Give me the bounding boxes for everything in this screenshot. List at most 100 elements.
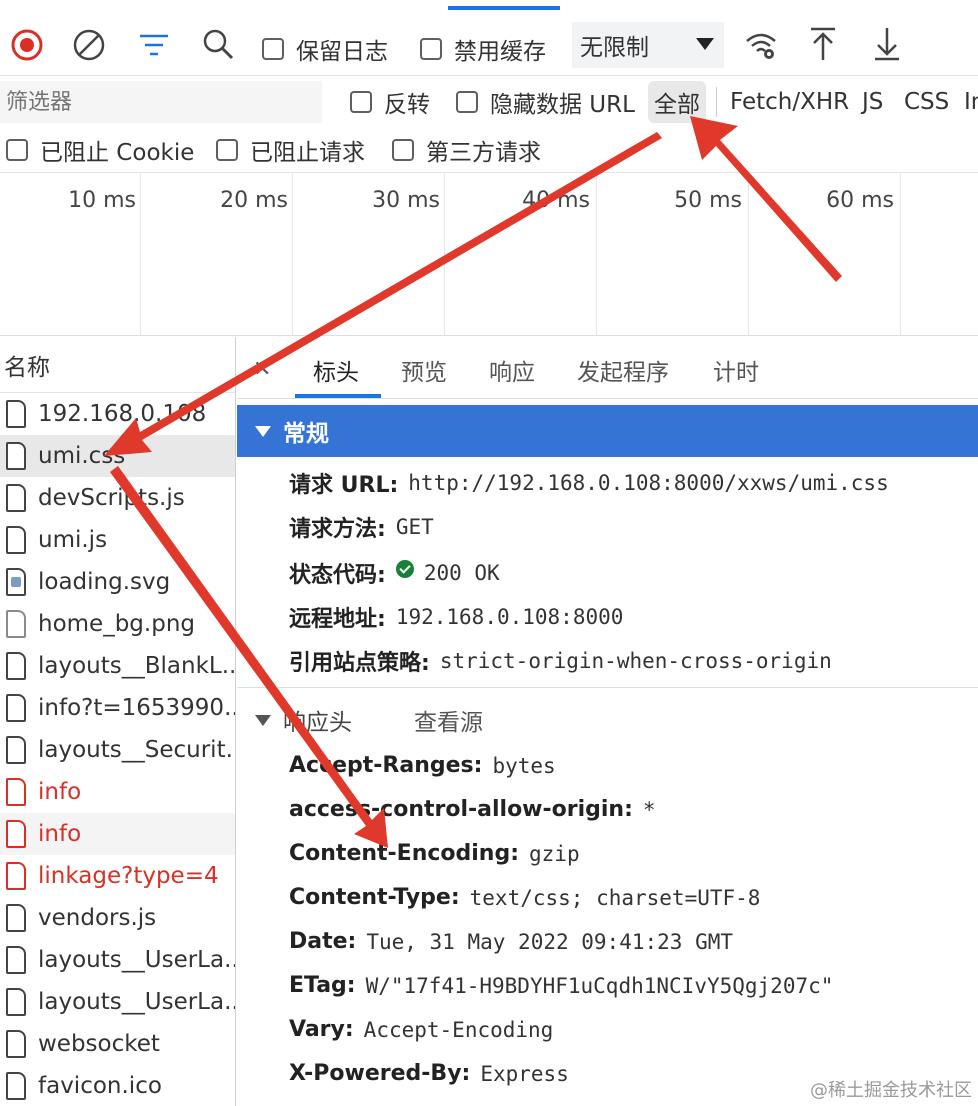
header-key: Accept-Ranges: bbox=[289, 753, 483, 778]
remote-address-row: 远程地址: 192.168.0.108:8000 bbox=[289, 601, 623, 633]
response-header-row: Vary: Accept-Encoding bbox=[289, 1017, 553, 1042]
request-row[interactable]: layouts__UserLa... bbox=[0, 981, 235, 1023]
chevron-down-icon bbox=[696, 38, 714, 50]
request-name: layouts__Securit... bbox=[38, 737, 235, 763]
download-icon bbox=[875, 28, 899, 61]
status-code-row: 状态代码: 200 OK bbox=[289, 557, 500, 589]
gridline bbox=[140, 174, 141, 336]
third-party-checkbox[interactable]: 第三方请求 bbox=[392, 127, 541, 173]
import-har-button[interactable] bbox=[808, 26, 838, 62]
view-source-link[interactable]: 查看源 bbox=[414, 703, 483, 737]
filter-toggle-button[interactable] bbox=[138, 30, 170, 60]
request-detail-pane: ✕ 标头 预览 响应 发起程序 计时 常规 请求 URL: http://192… bbox=[237, 337, 978, 1106]
tab-initiator[interactable]: 发起程序 bbox=[577, 353, 669, 387]
timeline-tick: 30 ms bbox=[372, 188, 440, 213]
type-filter-js[interactable]: JS bbox=[862, 77, 883, 127]
general-section-header[interactable]: 常规 bbox=[237, 405, 978, 457]
gridline bbox=[292, 174, 293, 336]
type-filter-css[interactable]: CSS bbox=[904, 77, 949, 127]
request-row[interactable]: umi.js bbox=[0, 519, 235, 561]
response-headers-section-header[interactable]: 响应头 查看源 bbox=[255, 703, 483, 737]
document-icon bbox=[6, 820, 26, 848]
invert-checkbox[interactable]: 反转 bbox=[350, 77, 430, 127]
header-key: access-control-allow-origin: bbox=[289, 797, 633, 822]
section-divider bbox=[237, 687, 978, 688]
request-url-value: http://192.168.0.108:8000/xxws/umi.css bbox=[408, 471, 889, 495]
request-row[interactable]: layouts__BlankL... bbox=[0, 645, 235, 687]
request-row[interactable]: favicon.ico bbox=[0, 1065, 235, 1106]
request-row[interactable]: home_bg.png bbox=[0, 603, 235, 645]
remote-address-label: 远程地址: bbox=[289, 607, 386, 632]
throttling-select[interactable]: 无限制 bbox=[572, 22, 724, 68]
network-conditions-button[interactable] bbox=[744, 28, 778, 62]
document-icon bbox=[6, 652, 26, 680]
invert-label: 反转 bbox=[384, 92, 430, 118]
type-filter-fetch-xhr[interactable]: Fetch/XHR bbox=[730, 77, 849, 127]
wifi-settings-icon bbox=[746, 33, 776, 59]
clear-button[interactable] bbox=[72, 28, 106, 62]
request-row[interactable]: loading.svg bbox=[0, 561, 235, 603]
hide-data-urls-label: 隐藏数据 URL bbox=[490, 92, 635, 118]
request-name: umi.css bbox=[38, 443, 126, 469]
document-icon bbox=[6, 1030, 26, 1058]
request-row-error[interactable]: info bbox=[0, 813, 235, 855]
throttling-value: 无限制 bbox=[580, 35, 649, 61]
remote-address-value: 192.168.0.108:8000 bbox=[395, 605, 624, 629]
blocked-cookies-checkbox[interactable]: 已阻止 Cookie bbox=[6, 127, 194, 173]
request-name: layouts__UserLa... bbox=[38, 989, 235, 1015]
filter-input[interactable] bbox=[0, 81, 322, 123]
request-name: info bbox=[38, 779, 82, 805]
network-toolbar: 保留日志 禁用缓存 无限制 bbox=[0, 14, 978, 76]
type-filter-all[interactable]: 全部 bbox=[648, 77, 706, 127]
search-button[interactable] bbox=[202, 28, 234, 60]
response-header-row: Content-Type: text/css; charset=UTF-8 bbox=[289, 885, 760, 910]
tab-headers[interactable]: 标头 bbox=[313, 353, 359, 387]
tab-preview[interactable]: 预览 bbox=[401, 353, 447, 387]
request-row[interactable]: devScripts.js bbox=[0, 477, 235, 519]
hide-data-urls-checkbox[interactable]: 隐藏数据 URL bbox=[456, 77, 635, 127]
request-url-row: 请求 URL: http://192.168.0.108:8000/xxws/u… bbox=[289, 467, 889, 499]
request-row[interactable]: websocket bbox=[0, 1023, 235, 1065]
checkbox-box[interactable] bbox=[262, 38, 284, 60]
search-icon bbox=[203, 29, 234, 60]
checkbox-box[interactable] bbox=[216, 139, 238, 161]
request-row[interactable]: layouts__UserLa... bbox=[0, 939, 235, 981]
header-key: Content-Encoding: bbox=[289, 841, 520, 866]
filter-icon bbox=[140, 34, 168, 56]
request-row[interactable]: info?t=1653990... bbox=[0, 687, 235, 729]
top-edge bbox=[0, 0, 978, 12]
checkbox-box[interactable] bbox=[456, 91, 478, 113]
request-row-error[interactable]: info bbox=[0, 771, 235, 813]
request-row[interactable]: 192.168.0.108 bbox=[0, 393, 235, 435]
header-value: Express bbox=[480, 1061, 569, 1086]
close-icon[interactable]: ✕ bbox=[253, 357, 271, 382]
request-name: vendors.js bbox=[38, 905, 157, 931]
name-column-header[interactable]: 名称 bbox=[0, 337, 235, 393]
export-har-button[interactable] bbox=[872, 26, 902, 62]
preserve-log-checkbox[interactable]: 保留日志 bbox=[262, 32, 388, 66]
request-name: layouts__UserLa... bbox=[38, 947, 235, 973]
tab-response[interactable]: 响应 bbox=[489, 353, 535, 387]
request-row[interactable]: vendors.js bbox=[0, 897, 235, 939]
request-method-row: 请求方法: GET bbox=[289, 511, 434, 543]
request-row[interactable]: layouts__Securit... bbox=[0, 729, 235, 771]
status-code-value: 200 OK bbox=[423, 561, 500, 585]
request-url-label: 请求 URL: bbox=[289, 473, 399, 498]
record-button[interactable] bbox=[10, 28, 44, 62]
type-filter-img[interactable]: In bbox=[964, 77, 978, 127]
response-headers-title: 响应头 bbox=[283, 710, 352, 736]
tab-timing[interactable]: 计时 bbox=[713, 353, 759, 387]
timeline-overview[interactable]: 10 ms 20 ms 30 ms 40 ms 50 ms 60 ms bbox=[0, 174, 978, 336]
disable-cache-checkbox[interactable]: 禁用缓存 bbox=[420, 32, 546, 66]
header-key: Content-Type: bbox=[289, 885, 460, 910]
checkbox-box[interactable] bbox=[350, 91, 372, 113]
request-row-error[interactable]: linkage?type=4 bbox=[0, 855, 235, 897]
checkbox-box[interactable] bbox=[392, 139, 414, 161]
checkbox-box[interactable] bbox=[420, 38, 442, 60]
timeline-tick: 20 ms bbox=[220, 188, 288, 213]
checkbox-box[interactable] bbox=[6, 139, 28, 161]
blocked-requests-checkbox[interactable]: 已阻止请求 bbox=[216, 127, 365, 173]
document-icon bbox=[6, 484, 26, 512]
request-row-selected[interactable]: umi.css bbox=[0, 435, 235, 477]
watermark: @稀土掘金技术社区 bbox=[810, 1080, 972, 1101]
